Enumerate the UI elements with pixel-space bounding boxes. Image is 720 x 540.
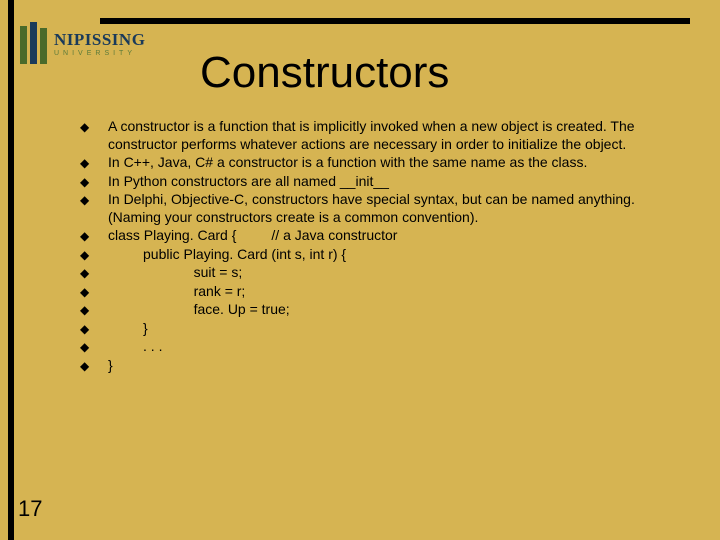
- bullet-text: face. Up = true;: [108, 301, 690, 319]
- bullet-text: }: [108, 357, 690, 375]
- list-item: ◆ }: [80, 320, 690, 338]
- bullet-icon: ◆: [80, 338, 108, 355]
- list-item: ◆ rank = r;: [80, 283, 690, 301]
- list-item: ◆ . . .: [80, 338, 690, 356]
- list-item: ◆In C++, Java, C# a constructor is a fun…: [80, 154, 690, 172]
- logo: NIPISSING UNIVERSITY: [18, 18, 178, 70]
- bullet-list: ◆A constructor is a function that is imp…: [80, 118, 690, 375]
- horizontal-rule: [100, 18, 690, 24]
- bullet-icon: ◆: [80, 118, 108, 135]
- list-item: ◆In Python constructors are all named __…: [80, 173, 690, 191]
- bullet-text: In Delphi, Objective-C, constructors hav…: [108, 191, 690, 226]
- bullet-icon: ◆: [80, 357, 108, 374]
- bullet-icon: ◆: [80, 320, 108, 337]
- page-number: 17: [18, 496, 42, 522]
- list-item: ◆A constructor is a function that is imp…: [80, 118, 690, 153]
- bullet-text: rank = r;: [108, 283, 690, 301]
- bullet-text: public Playing. Card (int s, int r) {: [108, 246, 690, 264]
- bullet-icon: ◆: [80, 283, 108, 300]
- list-item: ◆class Playing. Card { // a Java constru…: [80, 227, 690, 245]
- bullet-text: }: [108, 320, 690, 338]
- bullet-text: class Playing. Card { // a Java construc…: [108, 227, 690, 245]
- list-item: ◆ suit = s;: [80, 264, 690, 282]
- bullet-text: A constructor is a function that is impl…: [108, 118, 690, 153]
- bullet-text: . . .: [108, 338, 690, 356]
- logo-mark-icon: [18, 22, 48, 66]
- bullet-icon: ◆: [80, 301, 108, 318]
- list-item: ◆}: [80, 357, 690, 375]
- bullet-text: In C++, Java, C# a constructor is a func…: [108, 154, 690, 172]
- slide-title: Constructors: [200, 48, 449, 98]
- bullet-icon: ◆: [80, 227, 108, 244]
- vertical-rule: [8, 0, 14, 540]
- logo-main-text: NIPISSING: [54, 31, 145, 48]
- bullet-text: In Python constructors are all named __i…: [108, 173, 690, 191]
- bullet-text: suit = s;: [108, 264, 690, 282]
- logo-sub-text: UNIVERSITY: [54, 50, 145, 57]
- bullet-icon: ◆: [80, 246, 108, 263]
- bullet-icon: ◆: [80, 191, 108, 208]
- bullet-icon: ◆: [80, 154, 108, 171]
- bullet-icon: ◆: [80, 173, 108, 190]
- bullet-icon: ◆: [80, 264, 108, 281]
- list-item: ◆In Delphi, Objective-C, constructors ha…: [80, 191, 690, 226]
- list-item: ◆ face. Up = true;: [80, 301, 690, 319]
- list-item: ◆ public Playing. Card (int s, int r) {: [80, 246, 690, 264]
